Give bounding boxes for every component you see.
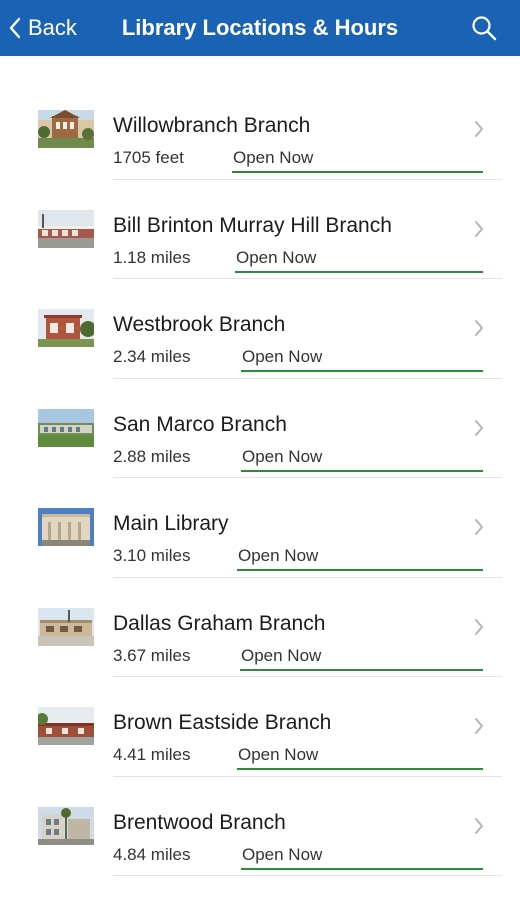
- branch-photo: [38, 408, 94, 447]
- branch-distance: 3.67 miles: [113, 645, 191, 665]
- navigation-bar: Back Library Locations & Hours: [0, 0, 520, 56]
- chevron-right-icon: [474, 220, 484, 243]
- open-status-underline: [241, 867, 483, 870]
- back-button[interactable]: Back: [8, 0, 77, 56]
- chevron-left-icon: [8, 17, 22, 39]
- open-status: Open Now: [238, 745, 319, 764]
- open-status: Open Now: [241, 645, 322, 665]
- branch-name: Bill Brinton Murray Hill Branch: [113, 213, 392, 237]
- list-item[interactable]: Westbrook Branch 2.34 miles Open Now: [0, 279, 520, 379]
- branch-list: Willowbranch Branch 1705 feet Open Now B…: [0, 80, 520, 876]
- open-status-underline: [240, 668, 483, 671]
- open-status: Open Now: [236, 247, 317, 267]
- open-status-underline: [237, 569, 483, 571]
- list-item[interactable]: Main Library 3.10 miles Open Now: [0, 478, 520, 578]
- list-item[interactable]: San Marco Branch 2.88 miles Open Now: [0, 379, 520, 478]
- open-status-underline: [241, 370, 483, 372]
- open-status: Open Now: [242, 844, 323, 864]
- chevron-right-icon: [474, 518, 484, 541]
- branch-name: Dallas Graham Branch: [113, 611, 326, 635]
- search-icon: [470, 16, 498, 46]
- chevron-right-icon: [474, 120, 484, 143]
- branch-photo: [38, 607, 94, 646]
- branch-name: Willowbranch Branch: [113, 114, 311, 137]
- open-status-underline: [235, 270, 483, 273]
- list-item[interactable]: Brentwood Branch 4.84 miles Open Now: [0, 777, 520, 876]
- open-status: Open Now: [238, 546, 319, 565]
- branch-name: Brown Eastside Branch: [113, 711, 332, 734]
- branch-name: Brentwood Branch: [113, 810, 286, 834]
- list-item[interactable]: Willowbranch Branch 1705 feet Open Now: [0, 80, 520, 180]
- branch-photo: [38, 707, 94, 745]
- search-button[interactable]: [470, 14, 498, 42]
- branch-distance: 2.34 miles: [113, 347, 191, 366]
- open-status: Open Now: [233, 148, 314, 167]
- branch-name: Westbrook Branch: [113, 313, 286, 336]
- open-status: Open Now: [242, 347, 323, 366]
- branch-distance: 2.88 miles: [113, 446, 191, 466]
- branch-photo: [38, 209, 94, 248]
- list-item[interactable]: Dallas Graham Branch 3.67 miles Open Now: [0, 578, 520, 677]
- page-title: Library Locations & Hours: [121, 15, 399, 40]
- branch-distance: 4.41 miles: [113, 745, 191, 764]
- branch-name: San Marco Branch: [113, 412, 287, 436]
- branch-distance: 4.84 miles: [113, 844, 191, 864]
- branch-photo: [38, 110, 94, 148]
- branch-distance: 3.10 miles: [113, 546, 191, 565]
- list-item[interactable]: Bill Brinton Murray Hill Branch 1.18 mil…: [0, 180, 520, 279]
- branch-photo: [38, 508, 94, 546]
- branch-photo: [38, 806, 94, 845]
- open-status-underline: [241, 469, 483, 472]
- chevron-right-icon: [474, 419, 484, 442]
- chevron-right-icon: [474, 319, 484, 342]
- branch-distance: 1705 feet: [113, 148, 184, 167]
- row-divider: [113, 875, 502, 876]
- branch-distance: 1.18 miles: [113, 247, 191, 267]
- open-status-underline: [232, 171, 483, 173]
- chevron-right-icon: [474, 717, 484, 740]
- open-status-underline: [237, 768, 483, 770]
- open-status: Open Now: [242, 446, 323, 466]
- list-item[interactable]: Brown Eastside Branch 4.41 miles Open No…: [0, 677, 520, 777]
- back-label: Back: [28, 15, 77, 40]
- chevron-right-icon: [474, 817, 484, 840]
- branch-name: Main Library: [113, 512, 229, 535]
- chevron-right-icon: [474, 618, 484, 641]
- branch-photo: [38, 309, 94, 347]
